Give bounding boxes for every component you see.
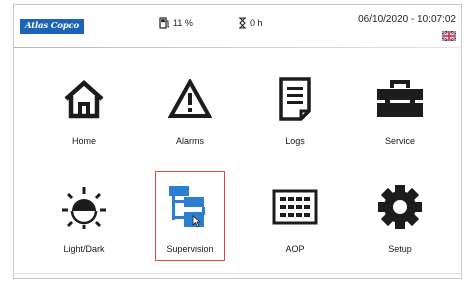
running-hours-value: 0 h xyxy=(250,18,263,28)
brightness-icon xyxy=(62,187,106,229)
supervision-tile[interactable]: Supervision xyxy=(155,171,225,261)
logs-tile[interactable]: Logs xyxy=(260,63,330,153)
brand-logo: Atlas Copco xyxy=(20,19,84,34)
screen-frame: Atlas Copco 11 % 0 h 06/10/2020 - 10:07:… xyxy=(13,4,462,279)
header-divider xyxy=(14,47,461,48)
running-hours-indicator: 0 h xyxy=(238,17,263,29)
light-dark-label: Light/Dark xyxy=(63,244,105,254)
setup-label: Setup xyxy=(388,244,412,254)
service-tile[interactable]: Service xyxy=(365,63,435,153)
hourglass-icon xyxy=(239,17,246,29)
status-bar: Atlas Copco 11 % 0 h 06/10/2020 - 10:07:… xyxy=(14,5,461,47)
fuel-level-indicator: 11 % xyxy=(159,17,193,29)
gear-icon xyxy=(378,185,422,229)
keypad-grid-icon xyxy=(272,189,318,225)
alarms-tile[interactable]: Alarms xyxy=(155,63,225,153)
alarms-label: Alarms xyxy=(175,136,204,146)
service-label: Service xyxy=(384,136,415,146)
toolbox-icon xyxy=(377,80,423,117)
alarm-warning-icon xyxy=(168,79,212,118)
home-tile[interactable]: Home xyxy=(49,63,119,153)
uk-flag-icon[interactable] xyxy=(442,31,456,41)
footer-divider xyxy=(14,273,461,274)
logs-label: Logs xyxy=(285,136,305,146)
home-label: Home xyxy=(71,136,96,146)
supervision-label: Supervision xyxy=(166,244,214,254)
log-document-icon xyxy=(279,77,311,121)
fuel-level-value: 11 % xyxy=(173,18,193,28)
fuel-pump-icon xyxy=(159,17,169,29)
home-icon xyxy=(64,79,104,119)
aop-tile[interactable]: AOP xyxy=(260,171,330,261)
setup-tile[interactable]: Setup xyxy=(365,171,435,261)
aop-label: AOP xyxy=(285,244,305,254)
light-dark-tile[interactable]: Light/Dark xyxy=(49,171,119,261)
network-supervision-icon xyxy=(169,186,205,228)
date-time: 06/10/2020 - 10:07:02 xyxy=(358,14,456,25)
